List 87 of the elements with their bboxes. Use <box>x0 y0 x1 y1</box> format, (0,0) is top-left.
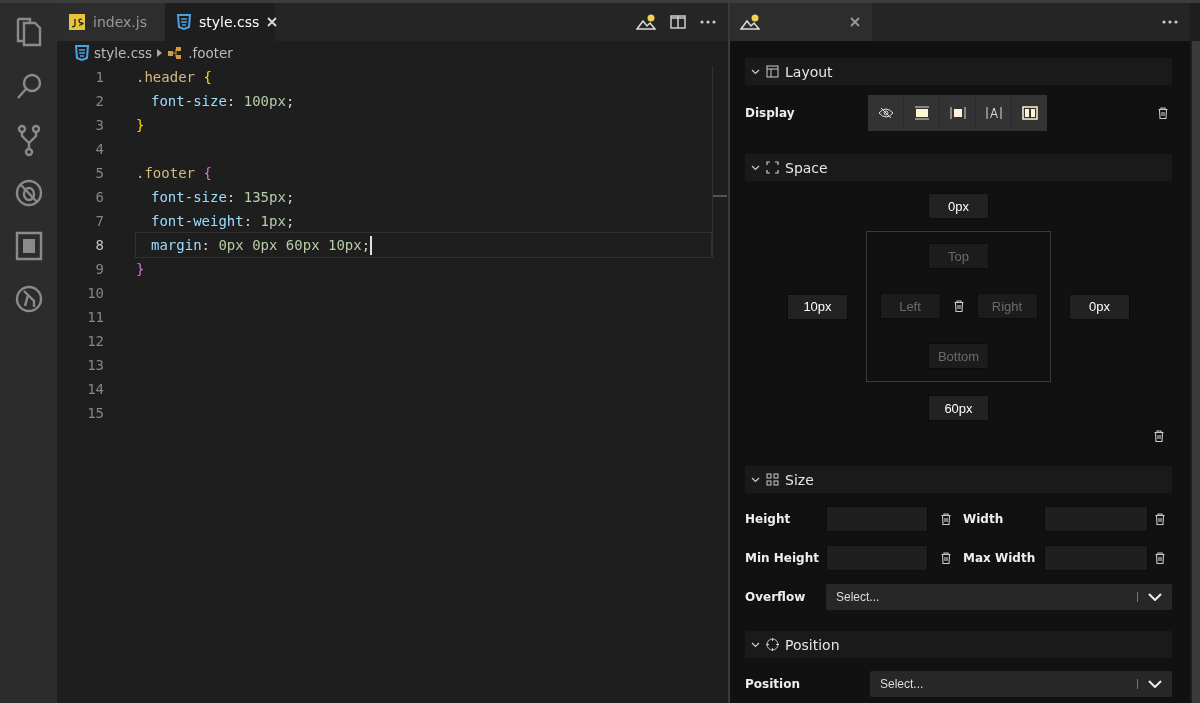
line-number: 2 <box>94 93 104 109</box>
line-number: 10 <box>86 285 104 301</box>
chevron-down-icon <box>751 475 760 484</box>
section-header[interactable]: Space <box>745 154 1172 181</box>
eye-slash-icon <box>877 107 894 119</box>
grid-icon <box>766 473 779 486</box>
dropdown[interactable]: Select... <box>826 584 1172 610</box>
breadcrumb-item[interactable]: .footer <box>188 45 233 61</box>
line-number: 14 <box>86 381 104 397</box>
trash-icon[interactable] <box>940 552 951 564</box>
js-file-icon <box>69 14 85 30</box>
text-cursor <box>370 235 373 255</box>
chevron-down-icon <box>751 640 760 649</box>
code-line: font-size: 100px; <box>151 93 295 109</box>
code-line: font-size: 135px; <box>151 189 295 205</box>
breadcrumb-item[interactable]: style.css <box>94 45 153 61</box>
code-line: .header { <box>136 69 212 85</box>
field-label: Display <box>745 106 796 120</box>
line-number: 8 <box>94 237 104 253</box>
trash-icon[interactable] <box>1154 430 1164 442</box>
field-label: Position <box>745 677 801 691</box>
trash-icon[interactable] <box>940 513 951 525</box>
input-field[interactable]: Bottom <box>928 343 989 369</box>
input-field[interactable]: 60px <box>928 395 989 421</box>
line-number: 12 <box>86 333 104 349</box>
field-label: Min Height <box>745 551 820 565</box>
field-label: Width <box>963 512 1005 526</box>
section-header[interactable]: Size <box>745 466 1172 493</box>
trash-icon[interactable] <box>1158 107 1168 119</box>
css-file-icon <box>177 14 191 30</box>
input-field[interactable]: 0px <box>1069 293 1130 320</box>
line-number: 13 <box>86 357 104 373</box>
mountain-icon <box>740 14 760 30</box>
editor-tab[interactable]: style.css <box>165 3 275 41</box>
line-number: 5 <box>94 165 104 181</box>
code-line: .footer { <box>136 165 212 181</box>
block-icon <box>913 106 930 120</box>
trash-icon[interactable] <box>1155 513 1165 525</box>
line-number: 9 <box>94 261 104 277</box>
field-label: Overflow <box>745 590 807 604</box>
dropdown[interactable]: Select... <box>870 671 1172 697</box>
line-number: 11 <box>86 309 104 325</box>
chevron-down-icon <box>1148 680 1162 688</box>
section-header[interactable]: Layout <box>745 58 1172 85</box>
editor-tab[interactable]: index.js <box>57 3 165 41</box>
split-editor-icon[interactable] <box>670 15 686 29</box>
code-line: } <box>136 117 145 133</box>
section-header[interactable]: Position <box>745 631 1172 658</box>
extensions-icon[interactable] <box>13 229 44 263</box>
more-icon[interactable] <box>1162 20 1178 24</box>
layout-icon <box>766 65 779 78</box>
field-label: Height <box>745 512 792 526</box>
code-line: font-weight: 1px; <box>151 213 295 229</box>
trash-icon[interactable] <box>1155 552 1165 564</box>
display-option[interactable] <box>868 95 903 131</box>
display-option[interactable] <box>940 95 975 131</box>
chevron-right-icon <box>157 49 163 57</box>
mountain-icon[interactable] <box>636 14 656 30</box>
input-field[interactable]: Left <box>879 293 941 319</box>
inline-block-icon <box>949 106 966 120</box>
more-icon[interactable] <box>700 20 716 24</box>
chevron-down-icon <box>751 67 760 76</box>
line-number: 15 <box>86 405 104 421</box>
input-field[interactable]: Right <box>976 293 1038 319</box>
css-file-icon <box>75 45 89 61</box>
code-line: margin: 0px 0px 60px 10px; <box>151 237 371 253</box>
inline-icon <box>985 106 1002 120</box>
panel-tab[interactable] <box>730 3 872 41</box>
display-option[interactable] <box>904 95 939 131</box>
input-field[interactable]: 0px <box>928 193 989 219</box>
crosshair-icon <box>766 638 779 651</box>
chevron-down-icon <box>751 163 760 172</box>
input-field[interactable]: Top <box>928 243 989 269</box>
flex-columns-icon <box>1021 106 1038 120</box>
chevron-down-icon <box>1148 593 1162 601</box>
line-number: 3 <box>94 117 104 133</box>
display-option[interactable] <box>1012 95 1047 131</box>
line-number: 6 <box>94 189 104 205</box>
field-label: Max Width <box>963 551 1037 565</box>
line-number: 1 <box>94 69 104 85</box>
dashed-corners-icon <box>766 161 779 174</box>
input-field[interactable]: 10px <box>787 293 848 320</box>
line-number: 4 <box>94 141 104 157</box>
symbol-icon <box>167 46 184 60</box>
trash-icon[interactable] <box>953 300 964 312</box>
line-number: 7 <box>94 213 104 229</box>
code-line: } <box>136 261 145 277</box>
